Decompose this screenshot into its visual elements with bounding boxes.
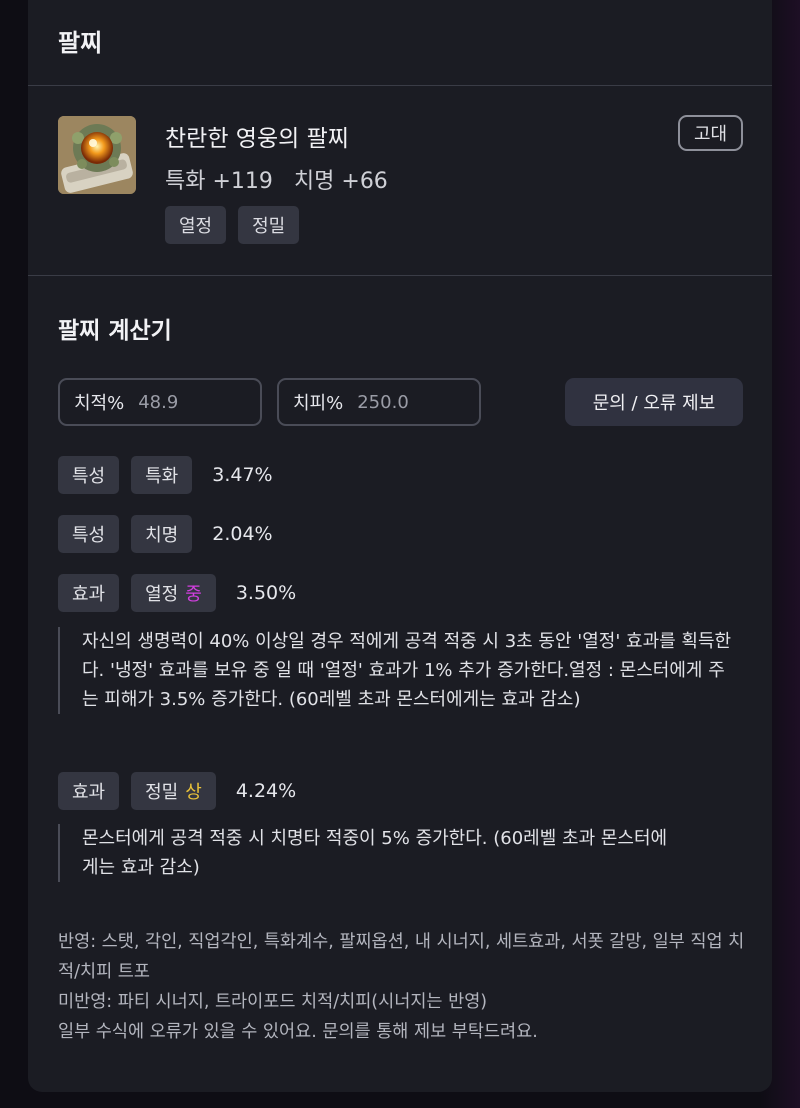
crit-rate-field[interactable]: 치적%: [58, 378, 262, 426]
crit-rate-input[interactable]: [138, 391, 249, 413]
row-kind-badge: 효과: [58, 772, 120, 810]
bracelet-item-section: 찬란한 영웅의 팔찌 특화 +119 치명 +66 열정 정밀 고대: [28, 86, 772, 276]
note-applied: 반영: 스탯, 각인, 직업각인, 특화계수, 팔찌옵션, 내 시너지, 세트효…: [58, 932, 745, 982]
stat-row-specialization: 특성 특화 3.47%: [58, 456, 273, 494]
effect-row-passion: 효과 열정 중 3.50%: [58, 574, 296, 612]
item-tag-passion: 열정: [165, 206, 227, 244]
crit-rate-label: 치적%: [74, 393, 125, 414]
effect-name: 열정: [145, 584, 179, 605]
effect-grade: 중: [185, 584, 202, 605]
effect-row-precision: 효과 정밀 상 4.24%: [58, 772, 296, 810]
calculator-title: 팔찌 계산기: [58, 318, 172, 344]
panel-title: 팔찌: [58, 29, 103, 57]
item-stat-specialization: 특화 +119: [165, 169, 273, 194]
effect-description-precision: 몬스터에게 공격 적중 시 치명타 적중이 5% 증가한다. (60레벨 초과 …: [58, 824, 682, 882]
effect-grade: 상: [185, 782, 202, 803]
row-value: 3.47%: [212, 464, 273, 486]
bracelet-panel: 팔찌 찬란한 영웅의 팔찌 특화 +119 치명 +66 열정 정밀 고대 팔찌…: [28, 0, 772, 1092]
item-stats: 특화 +119 치명 +66: [165, 163, 402, 195]
row-name-badge: 치명: [131, 515, 193, 553]
row-name-badge: 특화: [131, 456, 193, 494]
panel-header: 팔찌: [28, 0, 772, 86]
row-value: 3.50%: [235, 582, 297, 604]
effect-description-passion: 자신의 생명력이 40% 이상일 경우 적에게 공격 적중 시 3초 동안 '열…: [58, 627, 732, 714]
grade-badge: 고대: [678, 115, 744, 151]
item-stat-crit: 치명 +66: [293, 169, 388, 194]
stat-row-crit: 특성 치명 2.04%: [58, 515, 273, 553]
row-kind-badge: 특성: [58, 515, 120, 553]
crit-damage-field[interactable]: 치피%: [277, 378, 481, 426]
crit-damage-input[interactable]: [357, 391, 468, 413]
calculator-notes: 반영: 스탯, 각인, 직업각인, 특화계수, 팔찌옵션, 내 시너지, 세트효…: [58, 927, 758, 1047]
item-tag-precision: 정밀: [238, 206, 300, 244]
note-not-applied: 미반영: 파티 시너지, 트라이포드 치적/치피(시너지는 반영): [58, 992, 488, 1012]
row-name-badge: 열정 중: [131, 574, 216, 612]
bracelet-icon: [58, 116, 136, 194]
effect-name: 정밀: [145, 782, 179, 803]
row-value: 2.04%: [212, 523, 273, 545]
item-name: 찬란한 영웅의 팔찌: [165, 126, 349, 152]
row-kind-badge: 특성: [58, 456, 120, 494]
item-tags: 열정 정밀: [165, 206, 300, 244]
crit-damage-label: 치피%: [293, 393, 344, 414]
note-disclaimer: 일부 수식에 오류가 있을 수 있어요. 문의를 통해 제보 부탁드려요.: [58, 1022, 538, 1042]
row-kind-badge: 효과: [58, 574, 120, 612]
row-value: 4.24%: [235, 780, 297, 802]
row-name-badge: 정밀 상: [131, 772, 216, 810]
report-button[interactable]: 문의 / 오류 제보: [565, 378, 743, 426]
